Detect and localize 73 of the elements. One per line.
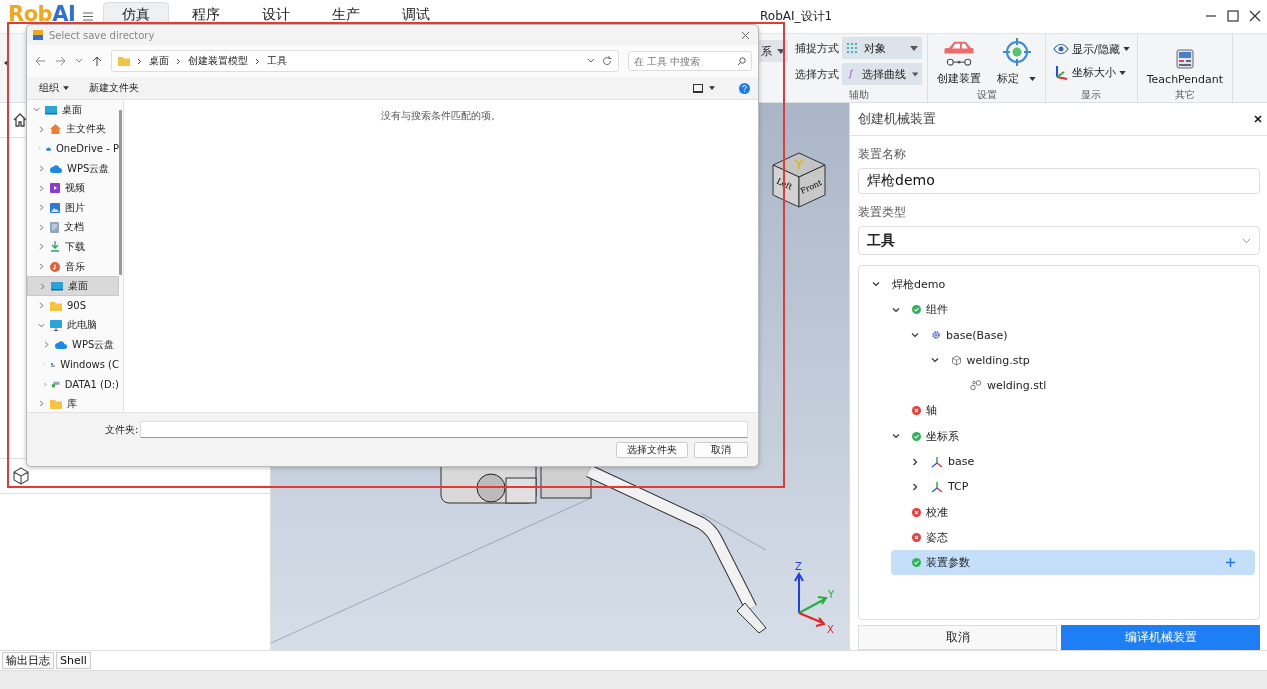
cube-face-label: Left [775,176,794,192]
nav-item[interactable]: 音乐 [27,256,119,277]
search-field[interactable]: 在 工具 中搜索 [628,51,752,71]
ribbon-button[interactable]: 显示/隐藏 [1051,39,1132,59]
tree-item[interactable]: 焊枪demo [871,271,1255,298]
compile-button[interactable]: 编译机械装置 [1061,625,1260,650]
field-label: 捕捉方式 [795,40,839,56]
dropdown[interactable]: 选择曲线 [842,63,922,85]
menu-tab[interactable]: 程序 [173,2,240,28]
axis-label: Y [828,589,835,600]
tree-item[interactable]: 组件 [890,297,1255,323]
window-title: RobAI_设计1 [760,8,833,25]
nav-item[interactable]: Windows (C [27,354,119,375]
empty-message: 没有与搜索条件匹配的项。 [381,110,501,123]
dialog-title: Select save directory [49,29,156,41]
dropdown[interactable]: 系 [759,40,788,62]
nav-item[interactable]: WPS云盘 [27,158,119,179]
tree-item[interactable]: base [910,448,1255,475]
field-label: 选择方式 [795,66,839,82]
nav-item[interactable]: 主文件夹 [27,119,119,140]
nav-item[interactable]: 90S [27,295,119,316]
panel-title: 创建机械装置 [858,109,936,128]
ribbon-button[interactable]: 创建装置 [933,36,985,86]
output-tab[interactable]: 输出日志 [2,652,54,669]
nav-item[interactable]: DATA1 (D:) [27,374,119,394]
nav-item[interactable]: 视频 [27,178,119,198]
group-label: 显示 [1080,88,1103,102]
name-input-field[interactable]: 焊枪demo [858,167,1260,195]
field-label: 装置名称 [858,145,907,163]
tree-item[interactable]: welding.stl [949,373,1255,399]
cancel-button[interactable]: 取消 [858,625,1057,650]
nav-item[interactable]: 图片 [27,197,119,218]
tree-item[interactable]: TCP [910,474,1255,500]
dropdown[interactable]: 对象 [842,37,922,59]
nav-item[interactable]: 下载 [27,237,119,257]
tree-item[interactable]: 轴 [890,398,1255,424]
menu-tab[interactable]: 调试 [383,2,450,28]
menu-tab[interactable]: 设计 [243,2,310,28]
tree-item[interactable]: base(Base) [910,322,1255,348]
nav-item[interactable]: 库 [27,393,119,412]
nav-item[interactable]: WPS云盘 [27,335,119,355]
group-label: 设置 [975,88,998,102]
ribbon-button[interactable]: 标定 [993,36,1040,86]
ribbon-button[interactable]: 坐标大小 [1051,62,1128,83]
select-folder-button[interactable]: 选择文件夹 [616,442,688,458]
axis-label: X [827,624,834,635]
breadcrumb-item[interactable]: 创建装置模型 [188,54,248,68]
axis-label: Z [795,561,802,572]
ribbon-button[interactable]: TeachPendant [1142,36,1228,86]
field-label: 装置类型 [858,204,907,222]
group-label: 辅助 [847,88,870,102]
type-select[interactable]: 工具 [858,226,1260,255]
group-label: 其它 [1173,88,1196,102]
menu-tab[interactable]: 生产 [313,2,380,28]
tree-item[interactable]: 坐标系 [890,423,1255,449]
nav-item[interactable]: 此电脑 [27,315,119,336]
logo: RobAI [8,2,76,26]
tree-item[interactable]: welding.stp [929,347,1255,373]
nav-item[interactable]: 文档 [27,217,119,238]
nav-item[interactable]: 桌面 [27,100,119,120]
toolbar-button[interactable]: 新建文件夹 [85,81,143,95]
tree-item[interactable]: 校准 [890,499,1255,525]
nav-item[interactable]: OneDrive - P [27,139,119,159]
output-tab[interactable]: Shell [56,652,91,669]
breadcrumb-item[interactable]: 桌面 [149,54,169,68]
toolbar-button[interactable]: 组织 [35,81,73,95]
address-bar[interactable]: 桌面 创建装置模型 工具 [111,50,619,72]
breadcrumb-item[interactable]: 工具 [267,54,287,68]
field-label: 文件夹: [105,422,139,437]
nav-item[interactable]: 桌面 [27,276,119,296]
tree-item[interactable]: 姿态 [890,524,1255,551]
cancel-button[interactable]: 取消 [694,442,748,458]
tree-item[interactable]: 装置参数 [890,550,1255,576]
